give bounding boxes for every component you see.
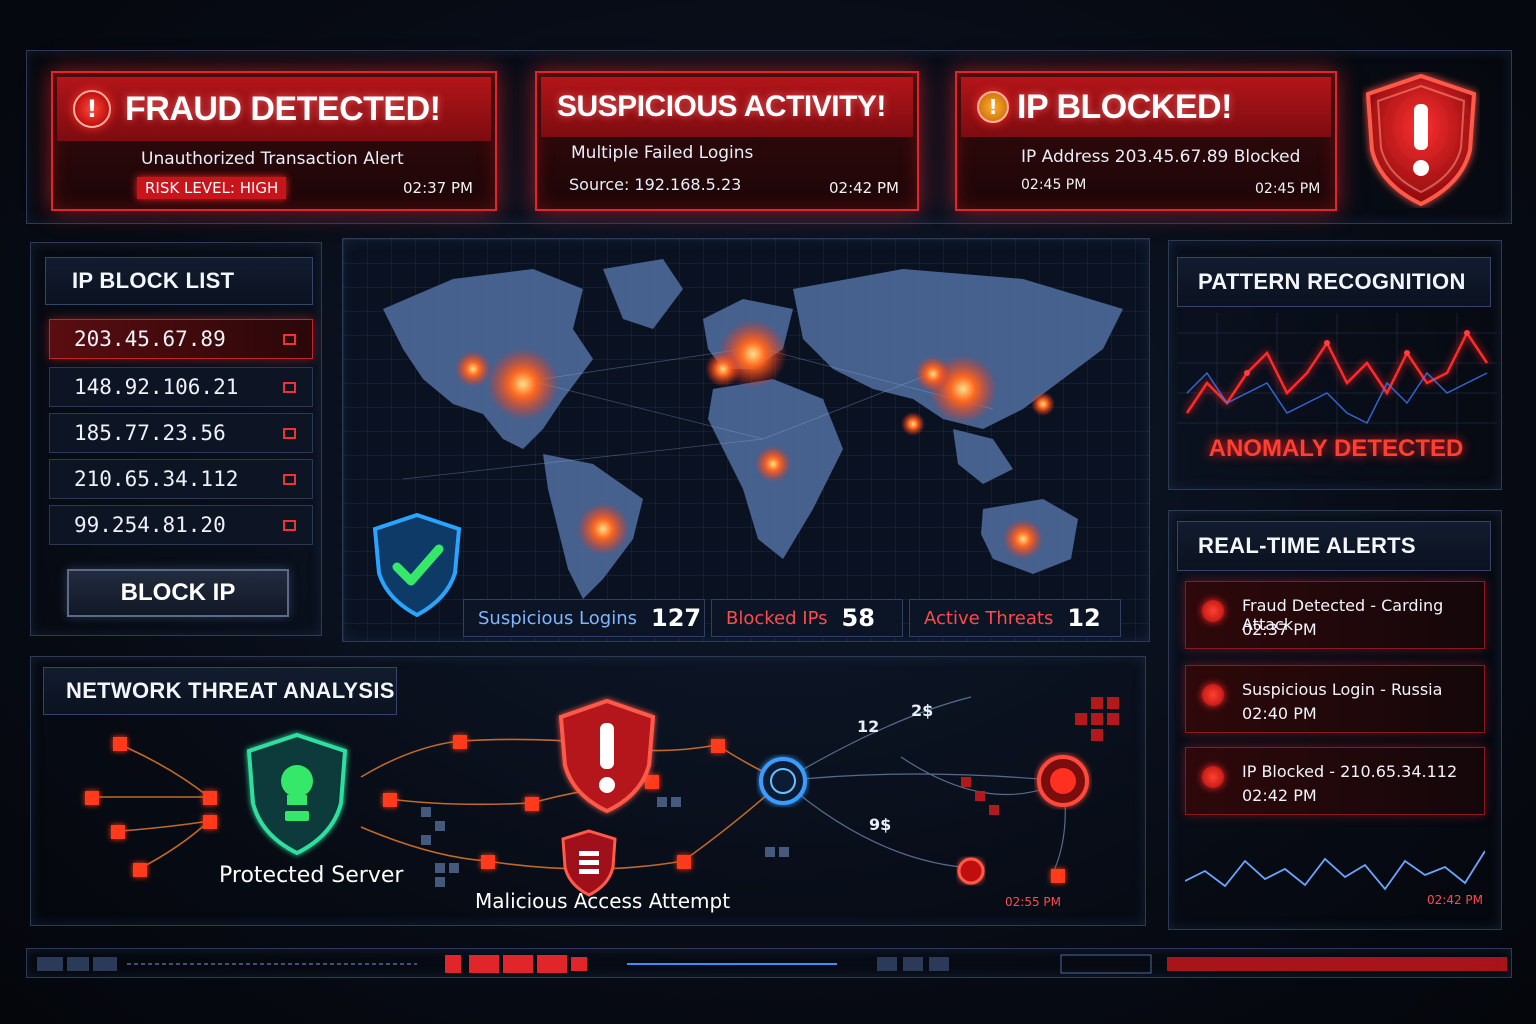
ip-block-list-panel: IP BLOCK LIST 203.45.67.89 148.92.106.21… (30, 242, 322, 636)
node-label: 9$ (869, 815, 892, 834)
risk-level-badge: RISK LEVEL: HIGH (137, 177, 287, 199)
alerts-sparkline (1185, 850, 1485, 891)
fraud-alert-title: FRAUD DETECTED! (125, 89, 441, 128)
shield-check-icon (372, 512, 462, 618)
alert-item[interactable]: IP Blocked - 210.65.34.112 02:42 PM (1185, 747, 1485, 815)
ip-address: 185.77.23.56 (74, 421, 226, 445)
realtime-alerts-header: REAL-TIME ALERTS (1177, 521, 1491, 571)
stat-label: Active Threats (924, 607, 1054, 629)
ip-blocked-time: 02:45 PM (1255, 181, 1321, 197)
network-graph (85, 696, 1119, 897)
alert-item-time: 02:37 PM (1242, 620, 1317, 639)
node-blue-icon (759, 757, 807, 805)
ip-row[interactable]: 99.254.81.20 (49, 505, 313, 545)
shield-alert-icon (558, 698, 656, 814)
alert-item-time: 02:40 PM (1242, 704, 1317, 723)
suspicious-alert-subtitle: Multiple Failed Logins (571, 143, 754, 163)
ip-blocked-title: IP BLOCKED! (1017, 87, 1232, 126)
shield-stack-icon (561, 829, 617, 897)
ip-row[interactable]: 148.92.106.21 (49, 367, 313, 407)
blocked-ips-stat: Blocked IPs 58 (711, 599, 903, 637)
close-square-icon[interactable] (283, 427, 296, 439)
alert-dot-icon (1202, 684, 1224, 706)
network-threat-panel: NETWORK THREAT ANALYSIS Protected Server… (30, 656, 1146, 926)
alert-dot-icon (1202, 600, 1224, 622)
ip-blocked-subtitle: IP Address 203.45.67.89 Blocked (1021, 147, 1301, 167)
stat-value: 58 (841, 604, 875, 632)
ip-blocked-time-left: 02:45 PM (1021, 177, 1087, 193)
pattern-title: PATTERN RECOGNITION (1198, 269, 1466, 294)
close-square-icon[interactable] (283, 381, 296, 393)
threat-map-panel: Suspicious Logins 127 Blocked IPs 58 Act… (342, 238, 1150, 642)
node-label: 2$ (911, 701, 934, 720)
status-strip (26, 948, 1512, 978)
alert-item[interactable]: Suspicious Login - Russia 02:40 PM (1185, 665, 1485, 733)
stat-value: 127 (651, 604, 702, 632)
suspicious-alert-title: SUSPICIOUS ACTIVITY! (557, 90, 886, 123)
stat-label: Suspicious Logins (478, 607, 637, 629)
block-ip-button[interactable]: BLOCK IP (67, 569, 289, 617)
fraud-alert-time: 02:37 PM (403, 179, 473, 197)
suspicious-alert-header: SUSPICIOUS ACTIVITY! (541, 77, 913, 137)
ip-row[interactable]: 203.45.67.89 (49, 319, 313, 359)
warning-icon: ! (977, 91, 1009, 123)
stat-label: Blocked IPs (726, 607, 828, 629)
alert-item-title: Suspicious Login - Russia (1242, 680, 1443, 699)
fraud-alert-subtitle: Unauthorized Transaction Alert (141, 149, 404, 169)
alert-dot-icon (1202, 766, 1224, 788)
ip-row[interactable]: 210.65.34.112 (49, 459, 313, 499)
node-label: 12 (857, 717, 880, 736)
anomaly-status: ANOMALY DETECTED (1208, 435, 1464, 462)
alert-item[interactable]: Fraud Detected - Carding Attack 02:37 PM (1185, 581, 1485, 649)
ip-blocked-header: ! IP BLOCKED! (961, 77, 1331, 137)
ip-address: 99.254.81.20 (74, 513, 226, 537)
shield-alert-icon (1365, 73, 1477, 207)
close-square-icon[interactable] (283, 333, 296, 345)
alert-item-time: 02:42 PM (1242, 786, 1317, 805)
suspicious-logins-stat: Suspicious Logins 127 (463, 599, 705, 637)
realtime-alerts-panel: REAL-TIME ALERTS Fraud Detected - Cardin… (1168, 510, 1502, 930)
ip-address: 148.92.106.21 (74, 375, 239, 399)
alert-bar: ! FRAUD DETECTED! Unauthorized Transacti… (26, 50, 1512, 224)
active-threats-stat: Active Threats 12 (909, 599, 1121, 637)
suspicious-activity-card[interactable]: SUSPICIOUS ACTIVITY! Multiple Failed Log… (535, 71, 919, 211)
stat-value: 12 (1067, 604, 1101, 632)
close-square-icon[interactable] (283, 519, 296, 531)
realtime-alerts-title: REAL-TIME ALERTS (1198, 533, 1416, 558)
fraud-alert-card[interactable]: ! FRAUD DETECTED! Unauthorized Transacti… (51, 71, 497, 211)
ip-block-list-title: IP BLOCK LIST (72, 268, 235, 293)
ip-address: 210.65.34.112 (74, 467, 239, 491)
network-footer-time: 02:55 PM (1005, 895, 1061, 909)
alert-item-title: IP Blocked - 210.65.34.112 (1242, 762, 1458, 781)
ip-block-list-header: IP BLOCK LIST (45, 257, 313, 305)
ip-row[interactable]: 185.77.23.56 (49, 413, 313, 453)
close-square-icon[interactable] (283, 473, 296, 485)
alerts-footer-time: 02:42 PM (1427, 893, 1483, 907)
pattern-recognition-panel: PATTERN RECOGNITION ANOMALY DETECTED (1168, 240, 1502, 490)
suspicious-alert-source: Source: 192.168.5.23 (569, 175, 742, 194)
pattern-header: PATTERN RECOGNITION (1177, 257, 1491, 307)
anomaly-status-wrap: ANOMALY DETECTED (1169, 435, 1503, 463)
suspicious-alert-time: 02:42 PM (829, 179, 899, 197)
fraud-alert-header: ! FRAUD DETECTED! (57, 77, 491, 141)
status-strip-graphics (37, 954, 1507, 974)
warning-icon: ! (73, 90, 111, 128)
protected-server-label: Protected Server (219, 863, 404, 888)
shield-lock-icon (246, 732, 348, 856)
ip-blocked-card[interactable]: ! IP BLOCKED! IP Address 203.45.67.89 Bl… (955, 71, 1337, 211)
ip-address: 203.45.67.89 (74, 327, 226, 351)
malicious-attempt-label: Malicious Access Attempt (475, 889, 731, 913)
world-map (372, 259, 1123, 618)
